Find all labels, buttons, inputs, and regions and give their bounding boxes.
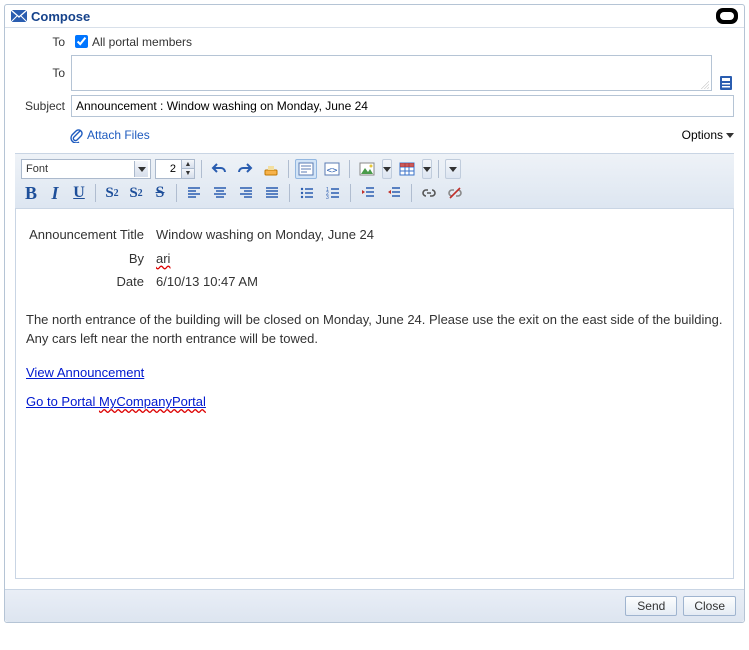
subject-row: Subject	[15, 95, 734, 117]
all-portal-members-checkbox[interactable]	[75, 35, 88, 48]
to-recipients-row: To	[15, 55, 734, 91]
align-justify-button[interactable]	[261, 183, 283, 203]
to-label: To	[15, 35, 71, 49]
misc-dropdown[interactable]	[445, 159, 461, 179]
titlebar-left: Compose	[11, 9, 90, 24]
meta-title-label: Announcement Title	[26, 225, 156, 245]
remove-link-button[interactable]	[444, 183, 466, 203]
spin-down-icon[interactable]: ▼	[182, 169, 194, 178]
subject-label: Subject	[15, 99, 71, 113]
meta-date-value: 6/10/13 10:47 AM	[156, 272, 723, 292]
recipients-input[interactable]	[71, 55, 712, 91]
options-dropdown[interactable]: Options	[682, 128, 734, 142]
editor-toolbar: Font ▲ ▼	[15, 153, 734, 209]
design-view-button[interactable]	[295, 159, 317, 179]
meta-title-value: Window washing on Monday, June 24	[156, 225, 723, 245]
bold-button[interactable]: B	[21, 183, 41, 203]
underline-button[interactable]: U	[69, 183, 89, 203]
compose-dialog: Compose To All portal members To	[4, 4, 745, 623]
to2-label: To	[15, 66, 71, 80]
outdent-button[interactable]	[357, 183, 379, 203]
unordered-list-button[interactable]	[296, 183, 318, 203]
mail-icon	[11, 10, 27, 22]
source-view-button[interactable]: <>	[321, 159, 343, 179]
clear-formatting-button[interactable]	[260, 159, 282, 179]
insert-table-button[interactable]	[396, 159, 418, 179]
font-family-value: Font	[26, 163, 48, 175]
chevron-down-icon	[726, 133, 734, 138]
announcement-body-text: The north entrance of the building will …	[26, 310, 723, 349]
redo-button[interactable]	[234, 159, 256, 179]
meta-by-value: ari	[156, 249, 723, 269]
to-all-row: To All portal members	[15, 32, 734, 51]
view-announcement-link[interactable]: View Announcement	[26, 363, 144, 383]
attach-files-label: Attach Files	[87, 128, 150, 142]
insert-link-button[interactable]	[418, 183, 440, 203]
font-size-value[interactable]	[156, 163, 178, 175]
subject-input[interactable]	[71, 95, 734, 117]
font-size-stepper[interactable]: ▲ ▼	[155, 159, 195, 179]
spin-up-icon[interactable]: ▲	[182, 160, 194, 169]
strikethrough-button[interactable]: S	[150, 183, 170, 203]
resize-grip-icon[interactable]	[699, 79, 709, 89]
insert-image-button[interactable]	[356, 159, 378, 179]
address-book-icon[interactable]	[718, 75, 734, 91]
announcement-meta: Announcement Title Window washing on Mon…	[26, 225, 723, 292]
table-split-dropdown[interactable]	[422, 159, 432, 179]
send-button[interactable]: Send	[625, 596, 677, 616]
attach-files-link[interactable]: Attach Files	[69, 127, 150, 143]
window-control-icon[interactable]	[716, 8, 738, 24]
header-form: To All portal members To Subject	[5, 28, 744, 117]
font-family-select[interactable]: Font	[21, 159, 151, 179]
image-split-dropdown[interactable]	[382, 159, 392, 179]
options-label: Options	[682, 128, 723, 142]
italic-button[interactable]: I	[45, 183, 65, 203]
editor-body[interactable]: Announcement Title Window washing on Mon…	[15, 209, 734, 579]
align-left-button[interactable]	[183, 183, 205, 203]
svg-text:3: 3	[326, 195, 329, 201]
undo-button[interactable]	[208, 159, 230, 179]
align-right-button[interactable]	[235, 183, 257, 203]
chevron-down-icon	[134, 161, 148, 177]
subscript-button[interactable]: S2	[102, 183, 122, 203]
go-to-portal-link[interactable]: Go to Portal MyCompanyPortal	[26, 392, 206, 412]
paperclip-icon	[69, 127, 83, 143]
all-portal-members-label: All portal members	[92, 35, 192, 49]
dialog-footer: Send Close	[5, 589, 744, 622]
meta-date-label: Date	[26, 272, 156, 292]
svg-text:<>: <>	[327, 166, 338, 176]
meta-by-label: By	[26, 249, 156, 269]
dialog-title: Compose	[31, 9, 90, 24]
close-button[interactable]: Close	[683, 596, 736, 616]
attach-options-row: Attach Files Options	[5, 121, 744, 153]
indent-button[interactable]	[383, 183, 405, 203]
ordered-list-button[interactable]: 123	[322, 183, 344, 203]
titlebar: Compose	[5, 5, 744, 28]
align-center-button[interactable]	[209, 183, 231, 203]
superscript-button[interactable]: S2	[126, 183, 146, 203]
